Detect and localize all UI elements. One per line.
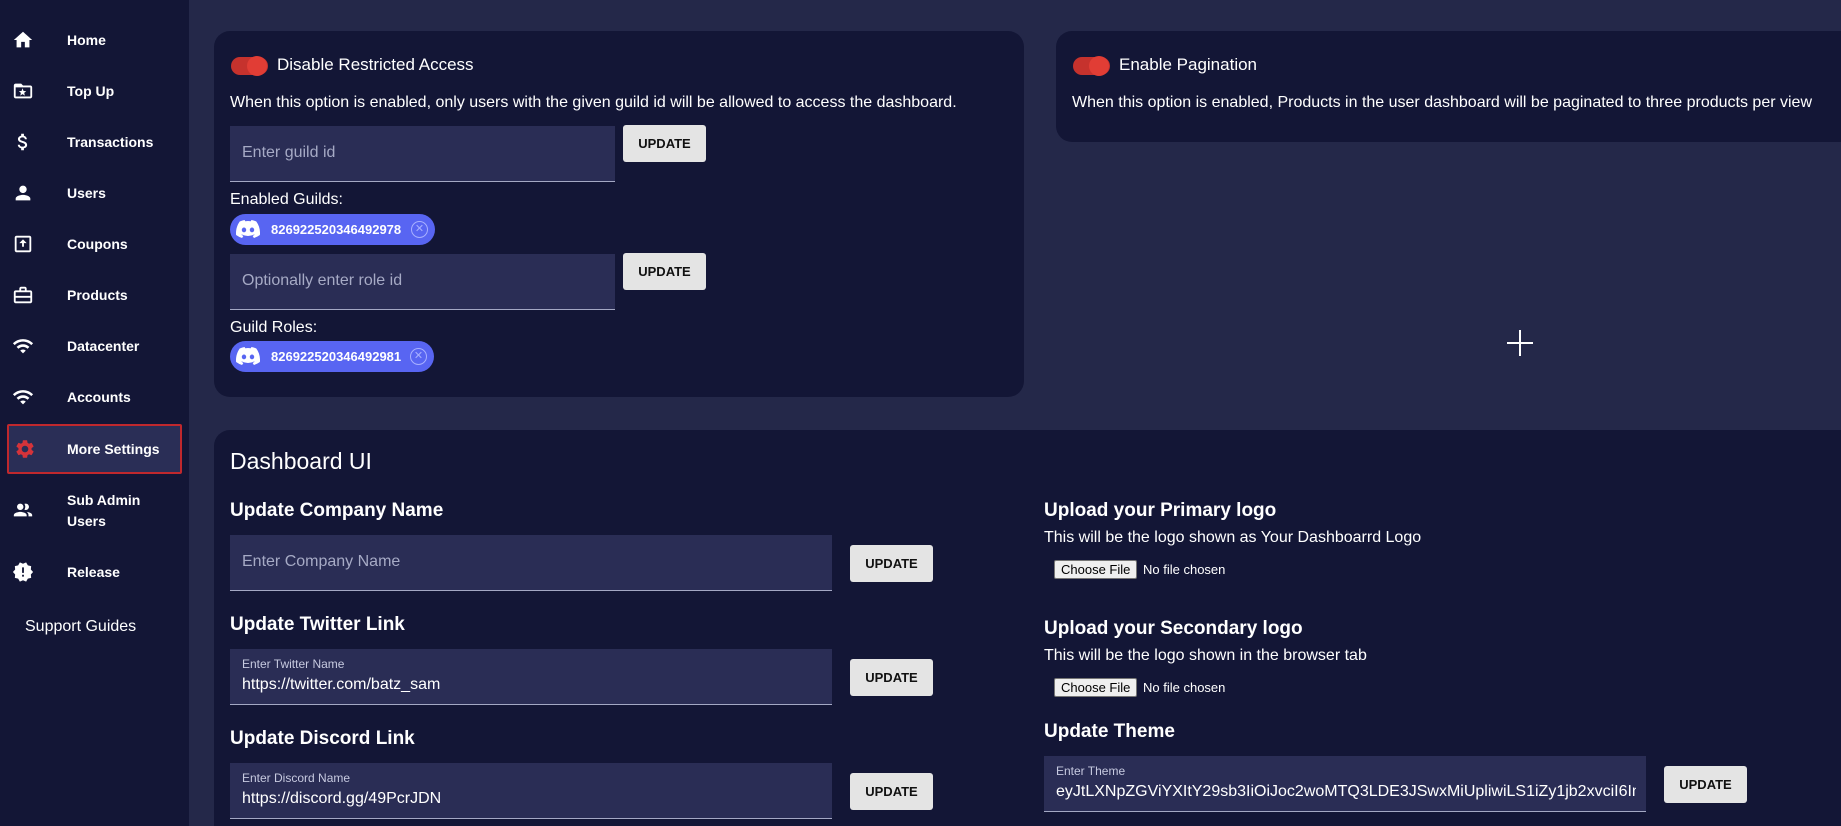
wifi-icon xyxy=(12,386,34,408)
role-id-input[interactable]: Optionally enter role id xyxy=(230,254,615,310)
close-icon[interactable]: ✕ xyxy=(410,348,427,365)
crosshair-cursor-icon xyxy=(1507,330,1533,356)
theme-update-button[interactable]: UPDATE xyxy=(1664,766,1747,803)
discord-update-button[interactable]: UPDATE xyxy=(850,773,933,810)
sidebar-item-label: Sub Admin Users xyxy=(67,492,141,529)
twitter-field-value: https://twitter.com/batz_sam xyxy=(242,676,441,693)
sidebar-item-label: Accounts xyxy=(67,389,131,405)
dashboard-ui-card: Dashboard UI Update Company Name Enter C… xyxy=(214,430,1841,826)
guild-roles-label: Guild Roles: xyxy=(230,319,318,336)
sidebar-item-home[interactable]: Home xyxy=(0,29,189,51)
restricted-access-toggle[interactable] xyxy=(231,56,268,76)
twitter-link-input[interactable]: Enter Twitter Name https://twitter.com/b… xyxy=(230,649,832,705)
sidebar-item-transactions[interactable]: Transactions xyxy=(0,131,189,153)
theme-input[interactable]: Enter Theme eyJtLXNpZGViYXItY29sb3IiOiJo… xyxy=(1044,756,1646,812)
company-name-input[interactable]: Enter Company Name xyxy=(230,535,832,591)
wifi-icon xyxy=(12,335,34,357)
theme-field-label: Enter Theme xyxy=(1056,764,1126,778)
company-name-placeholder: Enter Company Name xyxy=(242,553,401,570)
sidebar-item-coupons[interactable]: Coupons xyxy=(0,233,189,255)
twitter-update-button[interactable]: UPDATE xyxy=(850,659,933,696)
primary-logo-file-status: No file chosen xyxy=(1143,562,1226,577)
sidebar-item-users[interactable]: Users xyxy=(0,182,189,204)
primary-logo-heading: Upload your Primary logo xyxy=(1044,500,1277,521)
discord-field-label: Enter Discord Name xyxy=(242,771,351,785)
sidebar-item-sub-admin-users[interactable]: Sub Admin Users xyxy=(0,490,189,530)
sidebar-item-label: Coupons xyxy=(67,236,128,252)
sidebar-item-release[interactable]: Release xyxy=(0,561,189,583)
discord-field-value: https://discord.gg/49PcrJDN xyxy=(242,790,442,807)
badge-alert-icon xyxy=(12,561,34,583)
enabled-guilds-label: Enabled Guilds: xyxy=(230,191,343,208)
discord-icon xyxy=(236,220,261,238)
secondary-logo-choose-file-button[interactable]: Choose File xyxy=(1054,678,1138,697)
sidebar-item-label: More Settings xyxy=(67,441,160,457)
theme-field-value: eyJtLXNpZGViYXItY29sb3IiOiJoc2woMTQ3LDE3… xyxy=(1056,783,1636,800)
sidebar-item-label: Transactions xyxy=(67,134,154,150)
enabled-guild-id: 826922520346492978 xyxy=(271,222,402,237)
twitter-field-label: Enter Twitter Name xyxy=(242,657,345,671)
restricted-access-description: When this option is enabled, only users … xyxy=(230,94,957,111)
primary-logo-description: This will be the logo shown as Your Dash… xyxy=(1044,529,1422,546)
sidebar-item-label: Release xyxy=(67,564,120,580)
sidebar: Home Top Up Transactions Users Coupons P… xyxy=(0,0,189,826)
sidebar-item-products[interactable]: Products xyxy=(0,284,189,306)
sidebar-item-label: Top Up xyxy=(67,83,115,99)
twitter-link-heading: Update Twitter Link xyxy=(230,614,405,635)
restricted-access-toggle-label: Disable Restricted Access xyxy=(277,55,474,74)
sidebar-item-accounts[interactable]: Accounts xyxy=(0,386,189,408)
pagination-description: When this option is enabled, Products in… xyxy=(1072,94,1812,111)
close-icon[interactable]: ✕ xyxy=(411,221,428,238)
sidebar-item-label: Home xyxy=(67,32,106,48)
sidebar-item-top-up[interactable]: Top Up xyxy=(0,80,189,102)
guild-role-id: 826922520346492981 xyxy=(271,349,402,364)
support-guides-link[interactable]: Support Guides xyxy=(25,618,136,636)
guild-id-input[interactable]: Enter guild id xyxy=(230,126,615,182)
role-update-button[interactable]: UPDATE xyxy=(623,253,706,290)
sidebar-item-label: Datacenter xyxy=(67,338,140,354)
pagination-card: Enable Pagination When this option is en… xyxy=(1056,31,1841,142)
upload-box-icon xyxy=(12,233,34,255)
sidebar-item-label: Products xyxy=(67,287,128,303)
users-icon xyxy=(12,499,34,521)
guild-id-placeholder: Enter guild id xyxy=(242,144,336,161)
enabled-guild-chip: 826922520346492978 ✕ xyxy=(230,214,435,245)
sidebar-item-more-settings[interactable]: More Settings xyxy=(7,424,182,474)
restricted-access-card: Disable Restricted Access When this opti… xyxy=(214,31,1024,397)
gear-icon xyxy=(14,438,36,460)
primary-logo-choose-file-button[interactable]: Choose File xyxy=(1054,560,1138,579)
pagination-toggle-label: Enable Pagination xyxy=(1119,55,1258,74)
home-icon xyxy=(12,29,34,51)
theme-heading: Update Theme xyxy=(1044,721,1175,742)
sidebar-item-label: Users xyxy=(67,185,106,201)
user-icon xyxy=(12,182,34,204)
sidebar-item-datacenter[interactable]: Datacenter xyxy=(0,335,189,357)
folder-star-icon xyxy=(12,80,34,102)
dashboard-ui-title: Dashboard UI xyxy=(230,448,372,474)
discord-link-heading: Update Discord Link xyxy=(230,728,415,749)
company-name-heading: Update Company Name xyxy=(230,500,444,521)
discord-link-input[interactable]: Enter Discord Name https://discord.gg/49… xyxy=(230,763,832,819)
dollar-icon xyxy=(12,131,34,153)
company-update-button[interactable]: UPDATE xyxy=(850,545,933,582)
guild-role-chip: 826922520346492981 ✕ xyxy=(230,341,434,372)
pagination-toggle[interactable] xyxy=(1073,56,1110,76)
secondary-logo-heading: Upload your Secondary logo xyxy=(1044,618,1303,639)
secondary-logo-description: This will be the logo shown in the brows… xyxy=(1044,647,1367,664)
discord-icon xyxy=(236,347,261,365)
secondary-logo-file-status: No file chosen xyxy=(1143,680,1226,695)
role-id-placeholder: Optionally enter role id xyxy=(242,272,403,289)
briefcase-icon xyxy=(12,284,34,306)
guild-update-button[interactable]: UPDATE xyxy=(623,125,706,162)
